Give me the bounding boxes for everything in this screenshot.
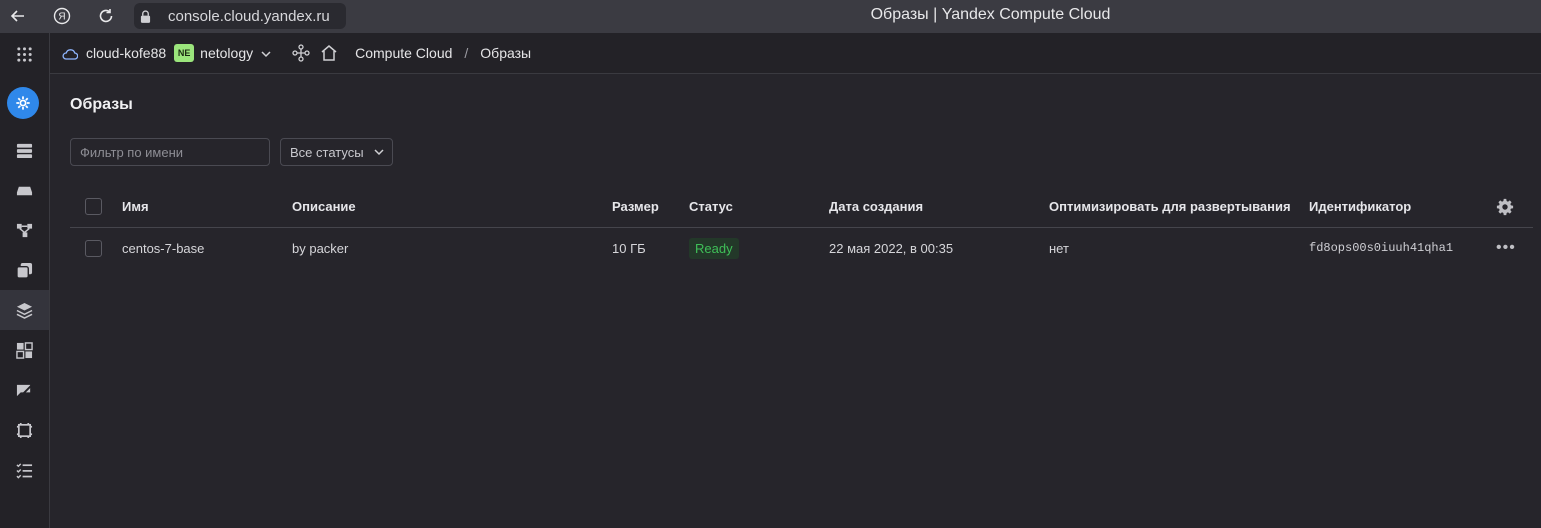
home-icon[interactable]: [320, 44, 338, 62]
images-icon[interactable]: [0, 290, 49, 330]
status-filter-value: Все статусы: [290, 144, 364, 160]
placement-groups-icon[interactable]: [0, 210, 49, 250]
name-filter-input[interactable]: [70, 138, 270, 166]
servers-icon[interactable]: [0, 130, 49, 170]
breadcrumb-compute-cloud[interactable]: Compute Cloud: [355, 45, 452, 61]
column-header-description[interactable]: Описание: [292, 186, 356, 227]
breadcrumb-separator: /: [464, 45, 469, 61]
image-size: 10 ГБ: [612, 240, 646, 256]
url-text: console.cloud.yandex.ru: [168, 7, 330, 25]
lock-icon: [134, 9, 156, 23]
row-more-actions-icon[interactable]: •••: [1496, 228, 1516, 268]
compute-cloud-logo-icon[interactable]: [7, 87, 39, 119]
column-header-name[interactable]: Имя: [122, 186, 149, 227]
disks-icon[interactable]: [0, 170, 49, 210]
column-header-id[interactable]: Идентификатор: [1309, 186, 1411, 227]
folder-selector[interactable]: NE netology: [166, 44, 272, 62]
status-badge: Ready: [689, 237, 739, 259]
file-storage-icon[interactable]: [0, 410, 49, 450]
image-id: fd8ops00s0iuuh41qha1: [1309, 241, 1454, 255]
page-title: Образы: [70, 96, 133, 113]
services-grid-icon[interactable]: [0, 34, 49, 74]
select-all-checkbox[interactable]: [85, 186, 102, 227]
chevron-down-icon: [260, 47, 272, 59]
svg-text:Я: Я: [58, 12, 65, 23]
chevron-down-icon: [373, 146, 385, 158]
table-header: Имя Описание Размер Статус Дата создания…: [70, 186, 1533, 228]
back-icon[interactable]: [3, 1, 33, 31]
images-table: Имя Описание Размер Статус Дата создания…: [70, 186, 1533, 268]
operations-icon[interactable]: [0, 450, 49, 490]
image-optimize-value: нет: [1049, 240, 1069, 256]
table-settings-gear-icon[interactable]: [1496, 186, 1514, 227]
cloud-selector[interactable]: cloud-kofe88: [62, 45, 166, 61]
folder-badge: NE: [174, 44, 195, 62]
status-filter-select[interactable]: Все статусы: [280, 138, 393, 166]
gpu-clusters-icon[interactable]: [0, 370, 49, 410]
image-name[interactable]: centos-7-base: [122, 228, 204, 268]
table-row[interactable]: centos-7-base by packer 10 ГБ Ready 22 м…: [70, 228, 1533, 268]
browser-toolbar: Я console.cloud.yandex.ru Образы | Yande…: [0, 0, 1541, 33]
column-header-created[interactable]: Дата создания: [829, 186, 923, 227]
services-hub-icon[interactable]: [292, 44, 310, 62]
column-header-optimize[interactable]: Оптимизировать для развертывания: [1049, 186, 1291, 227]
snapshots-icon[interactable]: [0, 250, 49, 290]
address-bar[interactable]: console.cloud.yandex.ru: [134, 3, 346, 29]
image-description: by packer: [292, 240, 349, 256]
instance-groups-icon[interactable]: [0, 330, 49, 370]
column-header-status[interactable]: Статус: [689, 186, 733, 227]
left-nav-rail: [0, 33, 50, 528]
cloud-name: cloud-kofe88: [86, 45, 167, 61]
yandex-browser-icon[interactable]: Я: [47, 1, 77, 31]
reload-icon[interactable]: [91, 1, 121, 31]
breadcrumb-images: Образы: [480, 45, 532, 61]
image-created-date: 22 мая 2022, в 00:35: [829, 240, 954, 256]
cloud-icon: [62, 47, 79, 60]
row-checkbox[interactable]: [85, 228, 102, 268]
status-cell: Ready: [689, 228, 739, 268]
top-header: cloud-kofe88 NE netology Compute Cloud /…: [50, 33, 1541, 74]
column-header-size[interactable]: Размер: [612, 186, 659, 227]
folder-name: netology: [200, 45, 254, 61]
